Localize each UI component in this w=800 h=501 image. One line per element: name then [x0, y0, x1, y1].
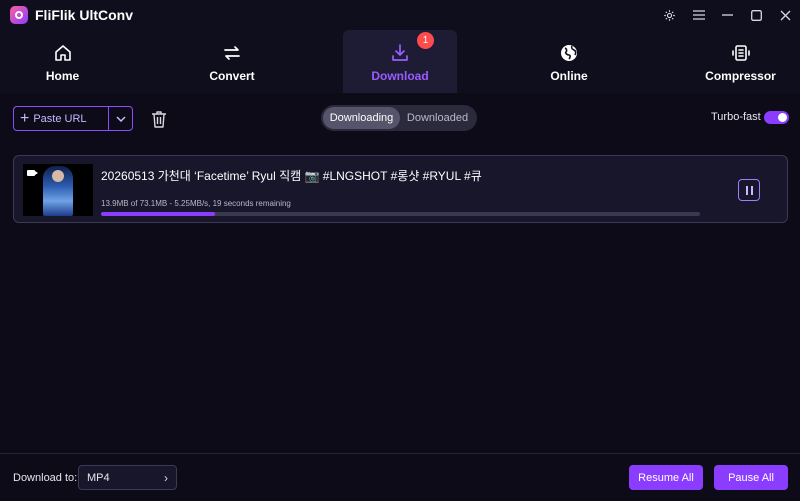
- pause-icon: [745, 185, 748, 195]
- trash-icon[interactable]: [149, 108, 169, 130]
- pause-download-button[interactable]: [738, 179, 760, 201]
- download-item: 20260513 가천대 ‘Facetime’ Ryul 직캠 📷 #LNGSH…: [13, 155, 788, 223]
- toggle-knob: [778, 113, 787, 122]
- video-thumbnail: [23, 164, 93, 216]
- resume-all-button[interactable]: Resume All: [629, 465, 703, 490]
- tab-downloading[interactable]: Downloading: [323, 107, 400, 129]
- download-count-badge: 1: [417, 32, 434, 49]
- download-progress-text: 13.9MB of 73.1MB - 5.25MB/s, 19 seconds …: [101, 199, 291, 208]
- tab-compressor-label: Compressor: [705, 69, 776, 83]
- download-to-label: Download to:: [13, 472, 78, 484]
- output-format-value: MP4: [87, 471, 110, 484]
- app-title: FliFlik UltConv: [35, 7, 133, 23]
- download-icon: [389, 42, 411, 64]
- progress-bar: [101, 212, 700, 216]
- footer-bar: Download to: MP4 › Resume All Pause All: [0, 453, 800, 501]
- chevron-right-icon: ›: [164, 471, 168, 485]
- tab-download[interactable]: Download 1: [343, 30, 457, 93]
- turbo-fast-toggle[interactable]: [764, 111, 789, 124]
- menu-icon[interactable]: [684, 0, 713, 30]
- tab-convert[interactable]: Convert: [125, 30, 339, 93]
- turbo-fast-label: Turbo-fast: [711, 111, 761, 123]
- output-format-select[interactable]: MP4 ›: [78, 465, 177, 490]
- video-camera-icon: [27, 170, 38, 176]
- tab-home-label: Home: [45, 69, 80, 83]
- convert-icon: [221, 42, 243, 64]
- progress-bar-fill: [101, 212, 215, 216]
- download-status-segment: Downloading Downloaded: [321, 105, 477, 131]
- app-logo-icon: [10, 6, 28, 24]
- pause-all-button[interactable]: Pause All: [714, 465, 788, 490]
- maximize-icon[interactable]: [742, 0, 771, 30]
- paste-url-button[interactable]: + Paste URL: [13, 106, 108, 131]
- download-toolbar: + Paste URL Downloading Downloaded Turbo…: [0, 93, 800, 143]
- tab-online[interactable]: Online: [457, 30, 681, 93]
- window-controls: [655, 0, 800, 30]
- settings-icon[interactable]: [655, 0, 684, 30]
- tab-convert-label: Convert: [209, 69, 255, 83]
- tab-downloaded[interactable]: Downloaded: [400, 107, 475, 129]
- minimize-icon[interactable]: [713, 0, 742, 30]
- home-icon: [52, 42, 74, 64]
- video-title: 20260513 가천대 ‘Facetime’ Ryul 직캠 📷 #LNGSH…: [101, 169, 482, 183]
- close-icon[interactable]: [771, 0, 800, 30]
- tab-compressor[interactable]: Compressor: [681, 30, 800, 93]
- main-nav: Home Convert Download 1 Online Compresso…: [0, 30, 800, 93]
- paste-url-label: Paste URL: [33, 112, 87, 125]
- title-bar: FliFlik UltConv: [0, 0, 800, 30]
- tab-download-label: Download: [371, 69, 429, 83]
- app-window: FliFlik UltConv Home Convert Download 1 …: [0, 0, 800, 501]
- paste-url-dropdown-button[interactable]: [108, 106, 133, 131]
- plus-icon: +: [20, 109, 30, 127]
- tab-online-label: Online: [550, 69, 588, 83]
- compress-icon: [730, 42, 752, 64]
- globe-icon: [558, 42, 580, 64]
- tab-home[interactable]: Home: [0, 30, 125, 93]
- chevron-down-icon: [115, 115, 126, 122]
